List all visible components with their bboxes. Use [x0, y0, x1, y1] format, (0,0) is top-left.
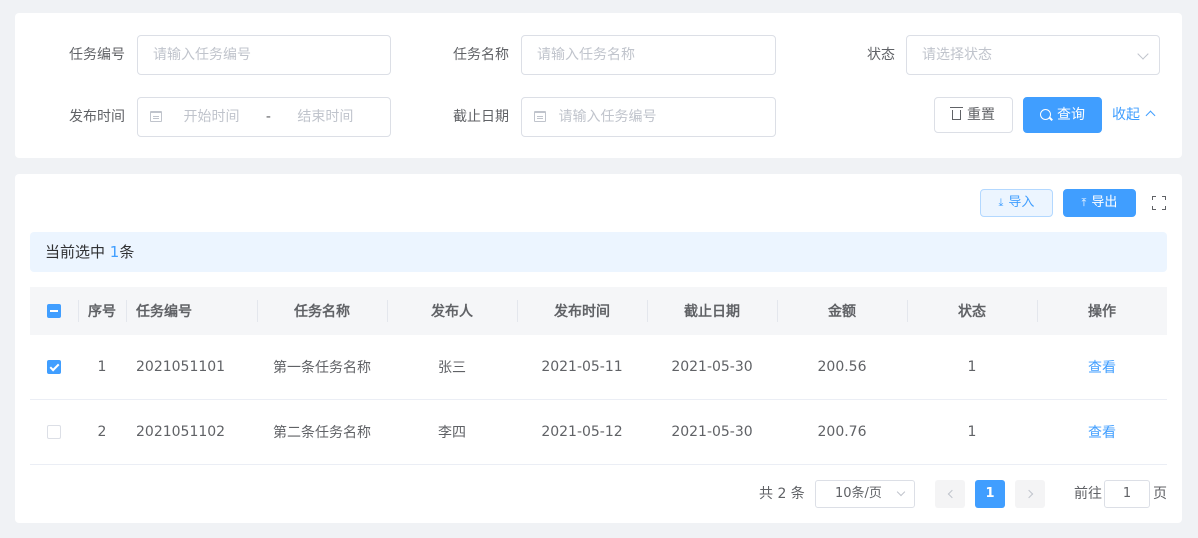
status-select[interactable]: 请选择状态 — [906, 35, 1160, 75]
task-name-label: 任务名称 — [453, 47, 509, 63]
table-header: 序号 任务编号 任务名称 发布人 发布时间 截止日期 金额 状态 操作 — [30, 287, 1167, 335]
fullscreen-icon[interactable] — [1152, 196, 1166, 210]
search-icon — [1040, 109, 1051, 120]
chevron-up-icon — [1145, 110, 1156, 121]
status-label: 状态 — [867, 47, 895, 63]
import-button[interactable]: ⤓ 导入 — [980, 189, 1053, 217]
collapse-toggle[interactable]: 收起 — [1112, 105, 1156, 125]
col-publish-time: 发布时间 — [554, 304, 610, 320]
col-action: 操作 — [1088, 304, 1116, 320]
range-separator: - — [265, 109, 271, 125]
range-end[interactable]: 结束时间 — [297, 109, 353, 125]
publish-time-range[interactable]: 开始时间 - 结束时间 — [137, 97, 391, 137]
view-link[interactable]: 查看 — [1088, 422, 1116, 442]
download-icon: ⤓ — [998, 196, 1004, 209]
deadline-input[interactable]: 请输入任务编号 — [521, 97, 776, 137]
calendar-icon — [150, 111, 162, 122]
col-deadline: 截止日期 — [684, 304, 740, 320]
task-no-label: 任务编号 — [69, 47, 125, 63]
selection-info: 当前选中 1条 — [30, 232, 1167, 272]
row-checkbox[interactable] — [47, 360, 61, 374]
publish-time-label: 发布时间 — [69, 109, 125, 125]
export-button[interactable]: ⤒ 导出 — [1063, 189, 1136, 217]
chevron-left-icon — [947, 489, 956, 499]
pagination-total: 共 2 条 — [759, 486, 805, 502]
col-index: 序号 — [88, 304, 116, 320]
col-task-no: 任务编号 — [136, 304, 192, 320]
goto-prefix: 前往 — [1074, 486, 1102, 502]
page-1-button[interactable]: 1 — [975, 480, 1005, 508]
range-start[interactable]: 开始时间 — [183, 109, 239, 125]
table-panel: ⤓ 导入 ⤒ 导出 当前选中 1条 序号 任务编号 任务名称 发布人 发布时间 截止… — [15, 174, 1182, 523]
goto-page-input[interactable]: 1 — [1104, 480, 1150, 508]
selection-count: 1 — [109, 243, 120, 261]
table-row: 2 2021051102 第二条任务名称 李四 2021-05-12 2021-… — [30, 400, 1167, 465]
chevron-right-icon — [1024, 489, 1033, 499]
view-link[interactable]: 查看 — [1088, 357, 1116, 377]
col-task-name: 任务名称 — [294, 304, 350, 320]
calendar-icon — [534, 111, 546, 122]
task-no-input[interactable]: 请输入任务编号 — [137, 35, 391, 75]
row-checkbox[interactable] — [47, 425, 61, 439]
trash-icon — [950, 107, 963, 120]
chevron-down-icon — [896, 487, 906, 497]
col-publisher: 发布人 — [431, 304, 473, 320]
search-panel: 任务编号 请输入任务编号 任务名称 请输入任务名称 状态 请选择状态 发布时间 … — [15, 13, 1182, 158]
page-size-select[interactable]: 10条/页 — [815, 480, 915, 508]
goto-suffix: 页 — [1153, 486, 1167, 502]
col-amount: 金额 — [828, 304, 856, 320]
chevron-down-icon — [1137, 48, 1149, 60]
query-button[interactable]: 查询 — [1023, 97, 1102, 133]
next-page-button[interactable] — [1015, 480, 1045, 508]
reset-button[interactable]: 重置 — [934, 97, 1013, 133]
select-all-checkbox[interactable] — [47, 304, 61, 318]
prev-page-button[interactable] — [935, 480, 965, 508]
table-row: 1 2021051101 第一条任务名称 张三 2021-05-11 2021-… — [30, 335, 1167, 400]
task-name-input[interactable]: 请输入任务名称 — [521, 35, 776, 75]
col-status: 状态 — [958, 304, 986, 320]
deadline-label: 截止日期 — [453, 109, 509, 125]
upload-icon: ⤒ — [1081, 196, 1087, 209]
